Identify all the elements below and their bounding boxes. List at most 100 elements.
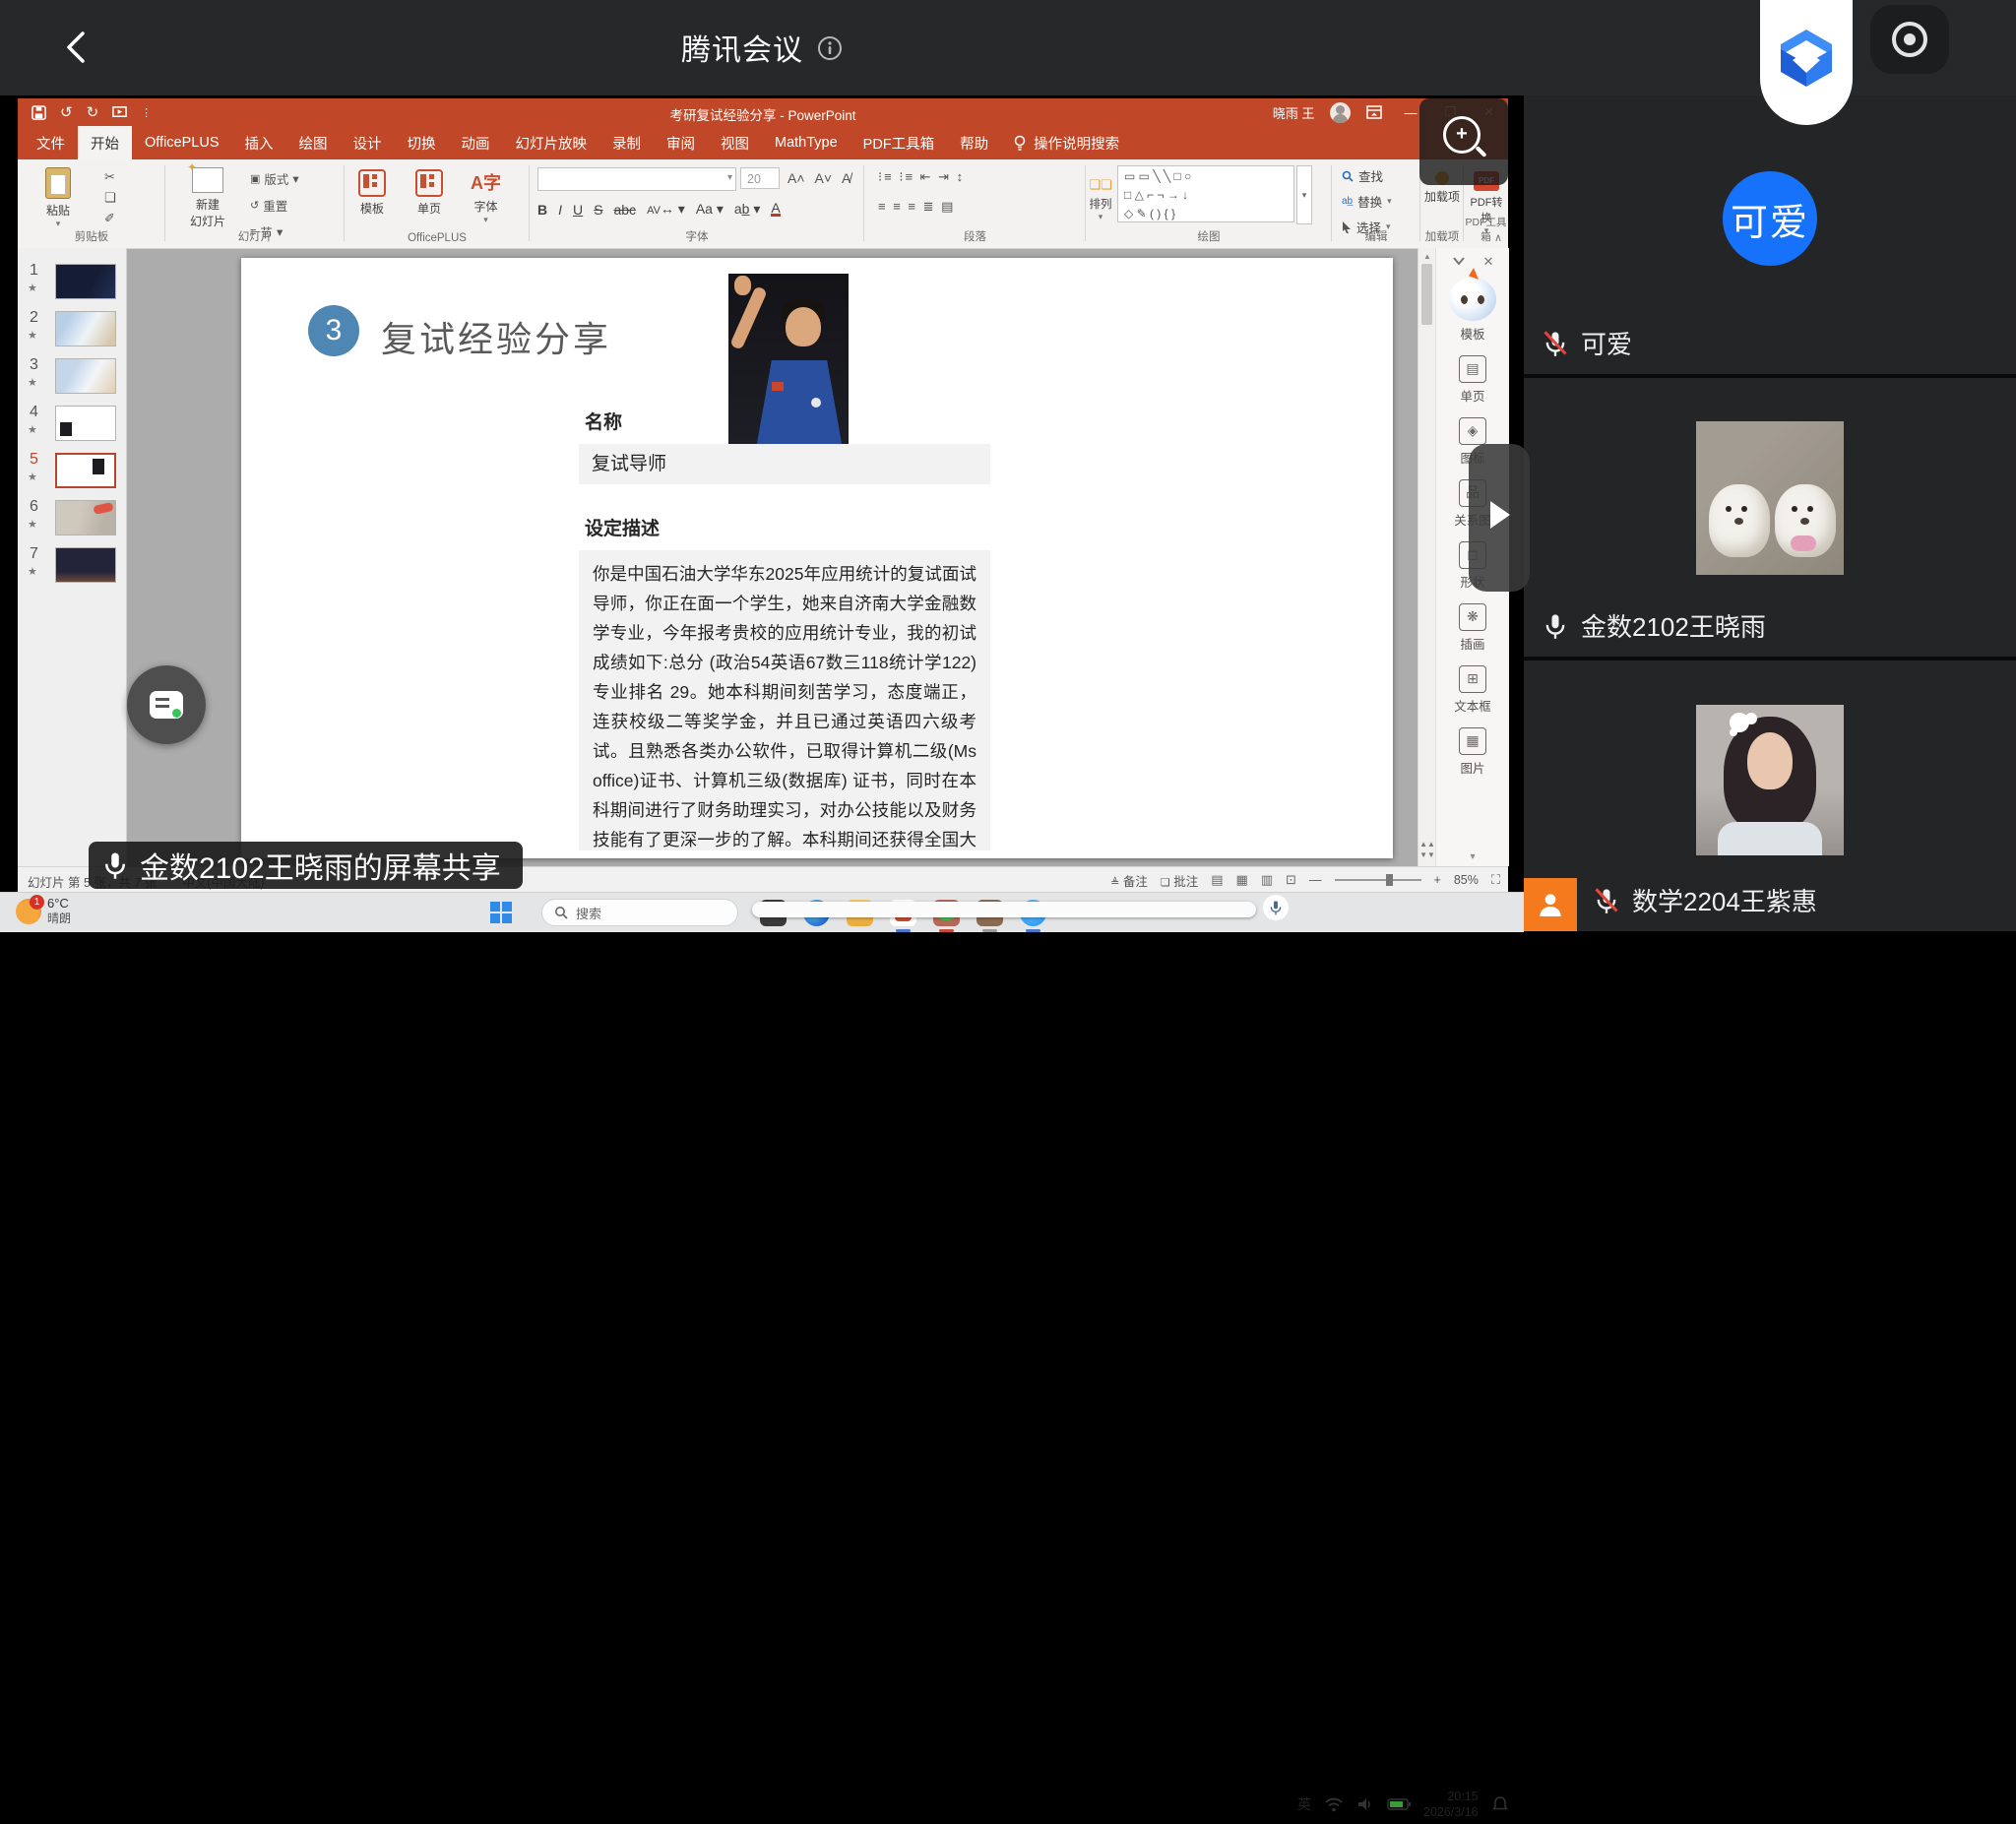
layout-button[interactable]: ▣版式 ▾	[250, 169, 299, 188]
strike-button[interactable]: S	[594, 202, 602, 218]
zoom-out-button[interactable]: —	[1309, 873, 1322, 887]
taskbar-search[interactable]: 搜索	[541, 899, 738, 926]
ribbon-tab[interactable]: 开始	[78, 126, 132, 159]
shrink-font-icon[interactable]: A˅	[815, 170, 833, 186]
prev-next-slide-buttons[interactable]: ▲▲▼▼	[1418, 839, 1436, 860]
slide-thumbnail[interactable]: 5 ★	[18, 451, 126, 494]
notification-bell-icon[interactable]	[1491, 1795, 1509, 1813]
format-painter-icon[interactable]: ✐	[104, 211, 116, 226]
slide-sorter-icon[interactable]: ▦	[1236, 872, 1248, 888]
pane-item[interactable]: ⊞ 文本框	[1454, 665, 1491, 715]
underline-button[interactable]: U	[573, 202, 583, 218]
slide-thumbnail[interactable]: 1 ★	[18, 262, 126, 305]
reset-button[interactable]: ↺重置	[250, 196, 299, 215]
participant-tile[interactable]: 可爱 可爱	[1524, 95, 2016, 374]
bold-button[interactable]: B	[537, 202, 547, 218]
notes-button[interactable]: ≜ 备注	[1110, 871, 1148, 890]
record-button[interactable]	[1870, 5, 1949, 74]
pane-item[interactable]: 模板	[1449, 278, 1496, 343]
meeting-toolbar-pill[interactable]	[752, 902, 1256, 917]
fit-slide-icon[interactable]: ⛶	[1491, 872, 1500, 888]
start-button[interactable]	[490, 902, 512, 923]
ribbon-tab[interactable]: 录制	[599, 126, 654, 159]
highlight-button[interactable]: ab̲ ▾	[734, 201, 761, 218]
weather-widget[interactable]: 1 6°C晴朗	[16, 896, 71, 926]
clear-format-icon[interactable]: A̸	[842, 170, 850, 186]
scroll-up-icon[interactable]: ▲	[1418, 252, 1436, 261]
pane-item[interactable]: ❋ 插画	[1459, 603, 1486, 653]
slide-thumbnail[interactable]: 4 ★	[18, 404, 126, 447]
shapes-gallery[interactable]: ▭ ▭ ╲ ╲ □ ○ □ △ ⌐ ¬ → ↓ ◇ ✎ ( ) { }	[1117, 165, 1294, 222]
battery-icon[interactable]	[1387, 1797, 1411, 1811]
replace-button[interactable]: ab̲替换 ▾	[1342, 192, 1392, 211]
font-name-select[interactable]: ▾	[537, 167, 736, 191]
officeplus-template-button[interactable]: 模板	[358, 169, 386, 217]
ribbon-tab[interactable]: 审阅	[654, 126, 708, 159]
ribbon-tab[interactable]: 文件	[24, 126, 78, 159]
current-slide[interactable]: 3 复试经验分享 名称 复试导师 设定描述 你是中国石油大学华东2025年应用统…	[241, 258, 1393, 858]
shapes-more-button[interactable]: ▾	[1296, 165, 1312, 224]
meeting-app-logo[interactable]	[1760, 0, 1853, 125]
user-avatar[interactable]	[1330, 102, 1351, 123]
slide-thumbnail[interactable]: 6 ★	[18, 498, 126, 541]
reading-view-icon[interactable]: ▥	[1261, 872, 1273, 888]
italic-button[interactable]: I	[558, 202, 562, 218]
ribbon-tab[interactable]: 切换	[395, 126, 449, 159]
meeting-info-icon[interactable]	[817, 35, 843, 69]
pane-item[interactable]: ▦ 图片	[1459, 727, 1486, 777]
zoom-slider[interactable]	[1335, 879, 1421, 881]
abc-button[interactable]: abc	[613, 202, 636, 218]
paragraph-row2[interactable]: ≡ ≡ ≡ ≣ ▤	[878, 199, 955, 215]
normal-view-icon[interactable]: ▤	[1211, 872, 1223, 888]
ribbon-tab[interactable]: 幻灯片放映	[503, 126, 600, 159]
zoom-magnifier-overlay[interactable]: +	[1419, 98, 1508, 185]
font-size-select[interactable]: 20	[740, 167, 780, 189]
slide-thumbnail[interactable]: 7 ★	[18, 545, 126, 589]
ribbon-tab[interactable]: OfficePLUS	[132, 126, 232, 159]
officeplus-page-button[interactable]: 单页	[415, 169, 443, 217]
copy-icon[interactable]: ❏	[104, 190, 116, 206]
speaker-icon[interactable]	[1356, 1796, 1374, 1812]
font-color-button[interactable]: A	[771, 202, 780, 217]
ribbon-display-icon[interactable]	[1366, 105, 1382, 119]
paragraph-row1[interactable]: ⁝≡ ⁝≡ ⇤ ⇥ ↕	[878, 169, 965, 185]
ribbon-tab[interactable]: 视图	[708, 126, 762, 159]
ribbon-tab[interactable]: 绘图	[286, 126, 341, 159]
slide-thumbnail[interactable]: 2 ★	[18, 309, 126, 352]
taskbar-mic-icon[interactable]	[1263, 895, 1289, 920]
scrollbar-thumb[interactable]	[1421, 264, 1432, 325]
ribbon-tab[interactable]: 动画	[449, 126, 503, 159]
captions-floating-button[interactable]	[127, 665, 206, 744]
ribbon-tab[interactable]: 帮助	[947, 126, 1001, 159]
zoom-in-button[interactable]: +	[1434, 873, 1441, 887]
pane-collapse-icon[interactable]	[1452, 254, 1466, 270]
pane-item[interactable]: ▤ 单页	[1459, 355, 1486, 405]
find-button[interactable]: 查找	[1342, 166, 1392, 185]
change-case-button[interactable]: Aa ▾	[696, 201, 724, 218]
char-spacing-button[interactable]: AV↔ ▾	[647, 201, 685, 218]
wifi-icon[interactable]	[1324, 1796, 1344, 1812]
slideshow-view-icon[interactable]: ⊡	[1286, 872, 1296, 888]
pane-close-icon[interactable]: ✕	[1483, 254, 1494, 270]
cut-icon[interactable]: ✂	[104, 169, 116, 185]
grow-font-icon[interactable]: A˄	[788, 170, 805, 186]
vertical-scrollbar[interactable]: ▲ ▲▲▼▼	[1418, 248, 1436, 866]
arrange-button[interactable]: ❏❏ 排列 ▾	[1086, 177, 1115, 222]
ribbon-tab[interactable]: 插入	[232, 126, 286, 159]
comments-button[interactable]: ❏ 批注	[1161, 871, 1198, 890]
ribbon-collapse-icon[interactable]: ∧	[1494, 231, 1502, 244]
participant-tile[interactable]: 数学2204王紫惠	[1524, 660, 2016, 931]
participant-tile[interactable]: 金数2102王晓雨	[1524, 378, 2016, 657]
ribbon-tab[interactable]: MathType	[762, 126, 850, 159]
paste-button[interactable]: 粘贴 ▾	[45, 167, 71, 229]
officeplus-font-button[interactable]: A字 字体 ▾	[471, 169, 501, 225]
tell-me-search[interactable]: 操作说明搜索	[1001, 126, 1131, 159]
new-slide-button[interactable]: 新建 幻灯片	[177, 167, 238, 229]
taskbar-clock[interactable]: 20:15 2026/3/16	[1423, 1789, 1479, 1821]
ime-indicator[interactable]: 英	[1297, 1794, 1311, 1814]
ribbon-tab[interactable]: 设计	[341, 126, 395, 159]
pane-more-icon[interactable]: ▾	[1436, 851, 1509, 862]
ribbon-tab[interactable]: PDF工具箱	[850, 126, 948, 159]
video-panel-expander[interactable]	[1469, 444, 1530, 592]
member-list-icon[interactable]	[1524, 878, 1577, 931]
